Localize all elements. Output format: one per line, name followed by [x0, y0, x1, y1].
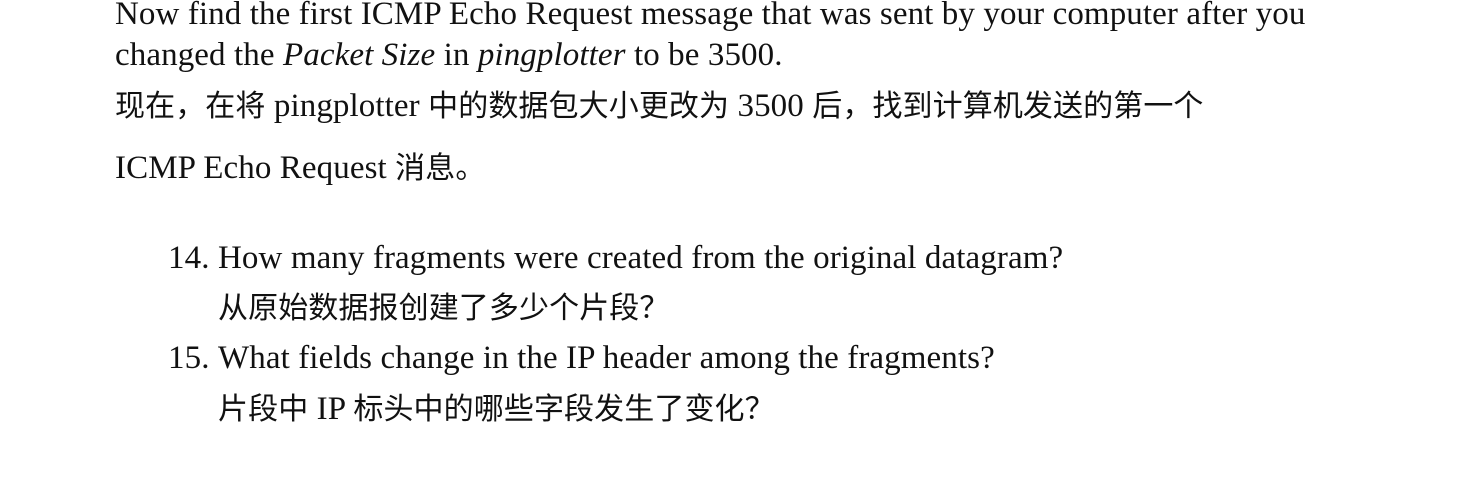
question-14-zh: 从原始数据报创建了多少个片段？ [218, 288, 670, 329]
paragraph-zh-line-2-a: ICMP Echo Request [115, 150, 396, 186]
paragraph-en-line-2: changed the Packet Size in pingplotter t… [115, 35, 783, 75]
paragraph-en-line-2-suffix: to be 3500. [625, 37, 783, 73]
question-14-number: 14. [168, 240, 210, 276]
paragraph-zh-line-1-e: 后，找到计算机发送的第一个 [812, 89, 1204, 124]
paragraph-zh-line-2-b: 消息。 [395, 151, 486, 186]
paragraph-en-line-1-text: Now find the first ICMP Echo Request mes… [115, 0, 1306, 32]
paragraph-en-line-1: Now find the first ICMP Echo Request mes… [115, 0, 1305, 34]
question-15-zh: 片段中 IP 标头中的哪些字段发生了变化？ [218, 389, 775, 430]
paragraph-zh-line-1-a: 现在，在将 [115, 89, 266, 124]
paragraph-en-line-2-prefix: changed the [115, 37, 283, 73]
question-14-text-zh: 从原始数据报创建了多少个片段？ [218, 291, 670, 326]
question-14-en: 14. How many fragments were created from … [168, 238, 1063, 278]
paragraph-zh-line-1: 现在，在将 pingplotter 中的数据包大小更改为 3500 后，找到计算… [115, 86, 1204, 127]
paragraph-en-line-2-mid: in [435, 37, 478, 73]
paragraph-zh-line-1-b: pingplotter [265, 88, 429, 124]
question-15-text-en: What fields change in the IP header amon… [218, 340, 995, 376]
question-15-text-zh-b: IP [308, 391, 354, 427]
pingplotter-term: pingplotter [477, 37, 626, 73]
question-15-text-zh-c: 标头中的哪些字段发生了变化？ [353, 392, 775, 427]
paragraph-zh-line-1-c: 中的数据包大小更改为 [428, 89, 730, 124]
question-14-text-en: How many fragments were created from the… [218, 240, 1064, 276]
paragraph-zh-line-2: ICMP Echo Request 消息。 [115, 148, 485, 189]
packet-size-term: Packet Size [282, 37, 436, 73]
paragraph-zh-line-1-d: 3500 [729, 88, 813, 124]
question-15-en: 15. What fields change in the IP header a… [168, 338, 995, 378]
document-page: Now find the first ICMP Echo Request mes… [0, 0, 1483, 503]
question-15-number: 15. [168, 340, 210, 376]
question-15-text-zh-a: 片段中 [218, 392, 309, 427]
